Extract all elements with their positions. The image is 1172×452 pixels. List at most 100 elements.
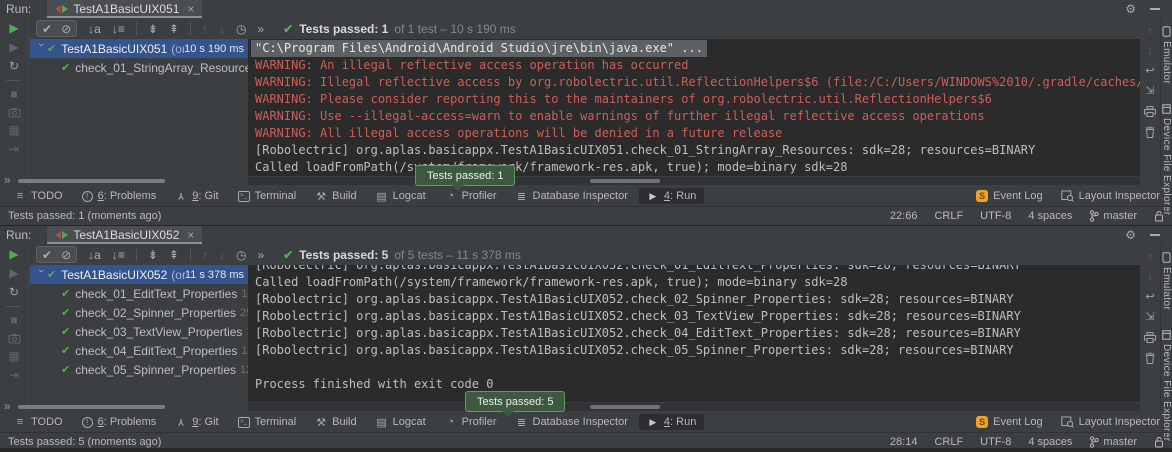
caret-position[interactable]: 28:14 bbox=[890, 436, 918, 448]
test-tree-row[interactable]: › ✔ check_02_Spinner_Properties 250 ms bbox=[30, 303, 248, 322]
run-configuration-tab[interactable]: TestA1BasicUIX051 × bbox=[47, 0, 202, 18]
hide-icon[interactable] bbox=[1150, 234, 1160, 236]
more-options-icon[interactable]: » bbox=[257, 22, 264, 36]
rerun-failed-tests-icon[interactable]: ▶ bbox=[9, 267, 18, 280]
layout-capture-icon[interactable]: ▦ bbox=[8, 350, 19, 363]
soft-wrap-icon[interactable]: ↩ bbox=[1145, 66, 1154, 77]
test-tree-row[interactable]: › ✔ TestA1BasicUIX052 (org.aplas.basica … bbox=[30, 265, 248, 284]
toggle-auto-test-icon[interactable]: ↻ bbox=[9, 60, 19, 73]
lock-icon[interactable] bbox=[1154, 436, 1164, 448]
test-tree-row[interactable]: › ✔ check_01_EditText_Properties 10 s 71… bbox=[30, 284, 248, 303]
toolwindow-button-todo[interactable]: TODO bbox=[6, 188, 71, 204]
event-log-button[interactable]: S Event Log bbox=[976, 190, 1043, 202]
toolwindow-tab-emulator[interactable]: Emulator bbox=[1161, 26, 1172, 84]
test-tree-row[interactable]: › ✔ TestA1BasicUIX051 (org.aplas.basica … bbox=[30, 39, 248, 58]
more-chevron-icon[interactable]: » bbox=[4, 399, 11, 413]
test-tree-row[interactable]: › ✔ check_03_TextView_Properties 150 ms bbox=[30, 322, 248, 341]
show-ignored-icon[interactable]: ⊘ bbox=[61, 22, 71, 36]
toolwindow-button-database-inspector[interactable]: Database Inspector bbox=[508, 414, 636, 430]
clear-console-icon[interactable] bbox=[1145, 352, 1155, 364]
previous-failed-test-icon[interactable]: ↑ bbox=[202, 22, 208, 36]
layout-capture-icon[interactable]: ▦ bbox=[8, 124, 19, 137]
more-chevron-icon[interactable]: » bbox=[4, 173, 11, 187]
show-ignored-icon[interactable]: ⊘ bbox=[61, 248, 71, 262]
show-passed-icon[interactable]: ✔ bbox=[42, 248, 52, 262]
rerun-icon[interactable]: ▶ bbox=[9, 22, 18, 35]
next-failed-test-icon[interactable]: ↓ bbox=[219, 248, 225, 262]
next-failed-test-icon[interactable]: ↓ bbox=[219, 22, 225, 36]
previous-failed-test-icon[interactable]: ↑ bbox=[202, 248, 208, 262]
stop-icon[interactable]: ■ bbox=[10, 88, 17, 101]
layout-inspector-button[interactable]: Layout Inspector bbox=[1061, 190, 1160, 202]
toolwindow-button-run[interactable]: 4: Run bbox=[639, 188, 704, 204]
run-configuration-tab[interactable]: TestA1BasicUIX052 × bbox=[47, 226, 202, 244]
caret-position[interactable]: 22:66 bbox=[890, 210, 918, 222]
scroll-up-icon[interactable]: ↑ bbox=[1147, 252, 1153, 263]
sort-alphabetically-icon[interactable]: ↓a bbox=[88, 248, 101, 262]
sort-by-duration-icon[interactable]: ↓≡ bbox=[112, 22, 125, 36]
gear-icon[interactable]: ⚙ bbox=[1125, 3, 1136, 15]
tree-scrollbar-thumb[interactable] bbox=[18, 179, 165, 183]
rerun-icon[interactable]: ▶ bbox=[9, 248, 18, 261]
stop-icon[interactable]: ■ bbox=[10, 314, 17, 327]
file-encoding[interactable]: UTF-8 bbox=[980, 210, 1011, 222]
import-tests-icon[interactable]: ⇥ bbox=[9, 369, 19, 382]
scroll-to-end-icon[interactable]: ⇲ bbox=[1145, 86, 1154, 97]
rerun-failed-tests-icon[interactable]: ▶ bbox=[9, 41, 18, 54]
test-history-icon[interactable]: ◷ bbox=[236, 248, 246, 262]
toolwindow-button-todo[interactable]: TODO bbox=[6, 414, 71, 430]
gear-icon[interactable]: ⚙ bbox=[1125, 229, 1136, 241]
tree-scrollbar-thumb[interactable] bbox=[18, 405, 165, 409]
run-console[interactable]: [Robolectric] org.aplas.basicappx.TestA1… bbox=[248, 265, 1140, 402]
run-console[interactable]: "C:\Program Files\Android\Android Studio… bbox=[248, 39, 1140, 176]
collapse-all-icon[interactable]: ⇞ bbox=[169, 22, 179, 36]
console-scrollbar-thumb[interactable] bbox=[590, 179, 660, 183]
sort-alphabetically-icon[interactable]: ↓a bbox=[88, 22, 101, 36]
test-tree[interactable]: › ✔ TestA1BasicUIX052 (org.aplas.basica … bbox=[30, 265, 248, 402]
event-log-button[interactable]: S Event Log bbox=[976, 416, 1043, 428]
close-icon[interactable]: × bbox=[187, 2, 194, 16]
sort-by-duration-icon[interactable]: ↓≡ bbox=[112, 248, 125, 262]
indent-setting[interactable]: 4 spaces bbox=[1028, 210, 1072, 222]
scroll-to-end-icon[interactable]: ⇲ bbox=[1145, 312, 1154, 323]
toolwindow-tab-emulator[interactable]: Emulator bbox=[1161, 252, 1172, 310]
test-history-icon[interactable]: ◷ bbox=[236, 22, 246, 36]
git-branch-widget[interactable]: master bbox=[1089, 210, 1137, 222]
toolwindow-button-terminal[interactable]: Terminal bbox=[230, 414, 305, 430]
toolwindow-button-logcat[interactable]: Logcat bbox=[368, 414, 434, 430]
screenshot-icon[interactable] bbox=[8, 333, 21, 344]
line-endings[interactable]: CRLF bbox=[934, 436, 963, 448]
toolwindow-button-run[interactable]: 4: Run bbox=[639, 414, 704, 430]
close-icon[interactable]: × bbox=[187, 228, 194, 242]
test-tree-row[interactable]: › ✔ check_04_EditText_Properties 144 ms bbox=[30, 341, 248, 360]
toolwindow-button-profiler[interactable]: Profiler bbox=[437, 188, 505, 204]
toolwindow-button-git[interactable]: 9: Git bbox=[167, 414, 226, 430]
more-options-icon[interactable]: » bbox=[257, 248, 264, 262]
expand-all-icon[interactable]: ⇟ bbox=[148, 22, 158, 36]
console-scrollbar-thumb[interactable] bbox=[590, 405, 660, 409]
soft-wrap-icon[interactable]: ↩ bbox=[1145, 292, 1154, 303]
chevron-down-icon[interactable]: › bbox=[35, 43, 47, 55]
expand-all-icon[interactable]: ⇟ bbox=[148, 248, 158, 262]
print-icon[interactable] bbox=[1144, 106, 1156, 117]
toolwindow-button-profiler[interactable]: Profiler bbox=[437, 414, 505, 430]
lock-icon[interactable] bbox=[1154, 210, 1164, 222]
test-tree-row[interactable]: › ✔ check_01_StringArray_Resources 10 s … bbox=[30, 58, 248, 77]
toolwindow-button-build[interactable]: Build bbox=[307, 188, 364, 204]
toolwindow-button-git[interactable]: 9: Git bbox=[167, 188, 226, 204]
toolwindow-button-problems[interactable]: 6: Problems bbox=[74, 414, 165, 430]
layout-inspector-button[interactable]: Layout Inspector bbox=[1061, 416, 1160, 428]
test-tree[interactable]: › ✔ TestA1BasicUIX051 (org.aplas.basica … bbox=[30, 39, 248, 176]
file-encoding[interactable]: UTF-8 bbox=[980, 436, 1011, 448]
collapse-all-icon[interactable]: ⇞ bbox=[169, 248, 179, 262]
scroll-down-icon[interactable]: ↓ bbox=[1147, 46, 1153, 57]
toolwindow-button-build[interactable]: Build bbox=[307, 414, 364, 430]
show-passed-icon[interactable]: ✔ bbox=[42, 22, 52, 36]
hide-icon[interactable] bbox=[1150, 8, 1160, 10]
toolwindow-button-logcat[interactable]: Logcat bbox=[368, 188, 434, 204]
toolwindow-button-database-inspector[interactable]: Database Inspector bbox=[508, 188, 636, 204]
scroll-up-icon[interactable]: ↑ bbox=[1147, 26, 1153, 37]
line-endings[interactable]: CRLF bbox=[934, 210, 963, 222]
toolwindow-button-terminal[interactable]: Terminal bbox=[230, 188, 305, 204]
import-tests-icon[interactable]: ⇥ bbox=[9, 143, 19, 156]
